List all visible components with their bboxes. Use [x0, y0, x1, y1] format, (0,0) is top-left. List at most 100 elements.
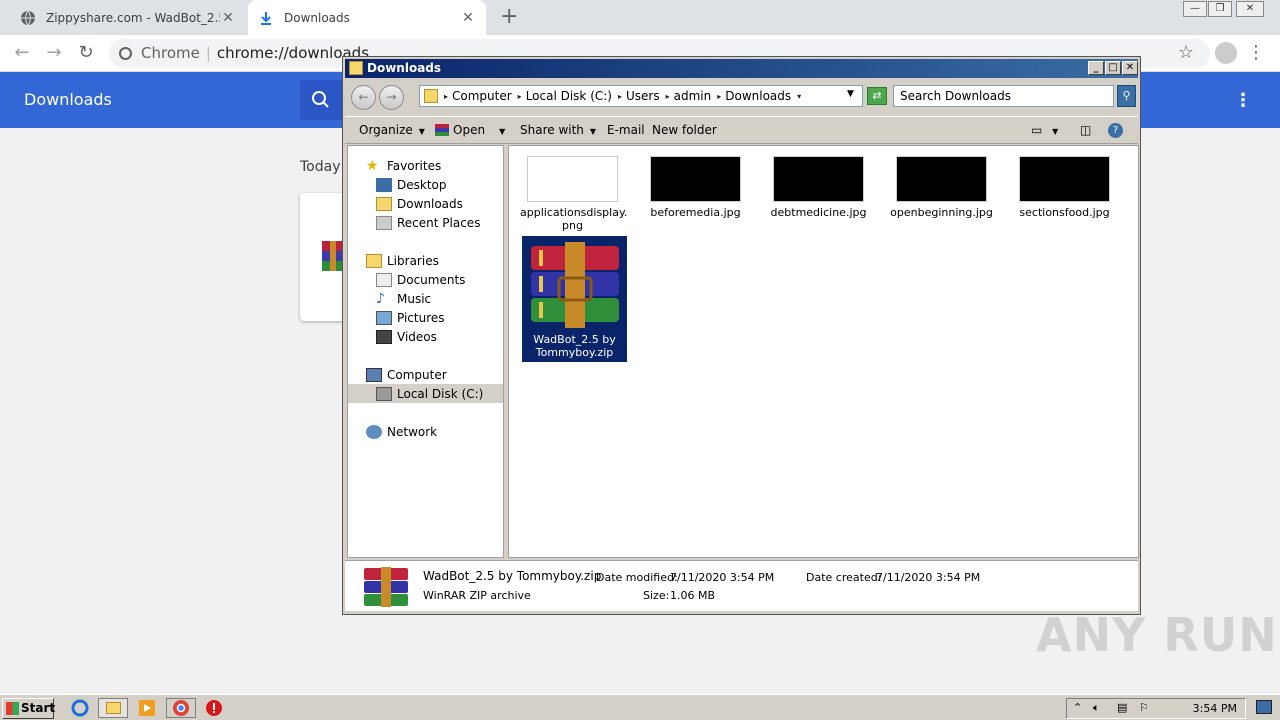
nav-computer[interactable]: Computer — [366, 365, 447, 384]
size-label: Size: — [643, 589, 670, 602]
view-options-icon[interactable]: ▭ ▼ — [1031, 123, 1058, 137]
chevron-down-icon[interactable]: ▼ — [847, 89, 854, 99]
details-filename: WadBot_2.5 by Tommyboy.zip — [423, 569, 602, 583]
minimize-button[interactable]: _ — [1088, 61, 1104, 75]
desktop-icon — [376, 177, 392, 192]
minimize-button[interactable]: — — [1183, 1, 1207, 17]
file-name: applicationsdisplay. png — [520, 206, 628, 232]
page-title: Downloads — [24, 90, 112, 109]
nav-network[interactable]: Network — [366, 422, 437, 441]
explorer-taskbar-button[interactable] — [98, 698, 128, 718]
file-name: WadBot_2.5 by Tommyboy.zip — [533, 333, 616, 359]
file-item[interactable]: debtmedicine.jpg — [766, 156, 871, 219]
size-value: 1.06 MB — [670, 589, 716, 602]
chevron-icon[interactable]: ▸ — [717, 92, 721, 101]
file-item[interactable]: applicationsdisplay. png — [520, 156, 628, 232]
reload-icon[interactable]: ↻ — [74, 41, 98, 65]
internet-explorer-icon[interactable] — [70, 699, 90, 717]
close-window-button[interactable]: ✕ — [1236, 1, 1264, 17]
start-button[interactable]: Start — [2, 698, 55, 719]
new-tab-button[interactable]: + — [500, 4, 518, 29]
share-with-button[interactable]: Share with ▼ — [520, 123, 596, 137]
crumb-local-disk[interactable]: Local Disk (C:) — [526, 89, 612, 103]
avatar[interactable] — [1215, 42, 1237, 64]
show-desktop-icon[interactable] — [1256, 700, 1272, 714]
menu-icon[interactable]: ⋮ — [1244, 41, 1268, 65]
close-tab-icon[interactable]: ✕ — [220, 10, 236, 26]
nav-documents[interactable]: Documents — [376, 270, 465, 289]
file-item[interactable]: beforemedia.jpg — [643, 156, 748, 219]
crumb-computer[interactable]: Computer — [452, 89, 512, 103]
crumb-admin[interactable]: admin — [674, 89, 712, 103]
network-icon[interactable]: ▤ — [1117, 701, 1127, 714]
date-modified-label: Date modified: — [596, 571, 678, 584]
new-folder-button[interactable]: New folder — [652, 123, 717, 137]
address-breadcrumb[interactable]: ▸ Computer ▸ Local Disk (C:) ▸ Users ▸ admi… — [419, 85, 863, 107]
maximize-button[interactable]: ❐ — [1208, 1, 1232, 17]
clock[interactable]: 3:54 PM — [1193, 702, 1237, 715]
chevron-icon[interactable]: ▸ — [518, 92, 522, 101]
file-name: beforemedia.jpg — [650, 206, 741, 219]
preview-pane-icon[interactable]: ◫ — [1080, 123, 1091, 137]
refresh-icon[interactable]: ⇄ — [867, 87, 887, 105]
folder-icon — [349, 61, 363, 75]
stop-icon[interactable] — [204, 699, 224, 717]
nav-videos[interactable]: Videos — [376, 327, 437, 346]
chevron-icon[interactable]: ▾ — [797, 92, 801, 101]
nav-desktop[interactable]: Desktop — [376, 175, 447, 194]
back-icon[interactable]: ← — [10, 41, 34, 65]
date-created-value: 7/11/2020 3:54 PM — [876, 571, 981, 584]
forward-icon[interactable]: → — [42, 41, 66, 65]
file-item[interactable]: sectionsfood.jpg — [1012, 156, 1117, 219]
separator: | — [205, 44, 211, 62]
file-name: openbeginning.jpg — [890, 206, 993, 219]
close-button[interactable]: ✕ — [1122, 61, 1138, 75]
nav-local-disk[interactable]: Local Disk (C:) — [348, 384, 503, 403]
image-thumbnail — [650, 156, 741, 202]
file-item-selected[interactable]: WadBot_2.5 by Tommyboy.zip — [522, 236, 627, 362]
chrome-taskbar-button[interactable] — [166, 698, 196, 718]
search-input[interactable]: Search Downloads — [893, 85, 1114, 107]
email-button[interactable]: E-mail — [607, 123, 645, 137]
media-player-icon[interactable] — [137, 699, 157, 717]
close-tab-icon[interactable]: ✕ — [460, 10, 476, 26]
taskbar: Start ⌃ 🔈︎ ▤ ⚐ 3:54 PM — [0, 694, 1280, 720]
tab-zippyshare[interactable]: Zippyshare.com - WadBot_2.5 by To ✕ — [10, 0, 246, 35]
videos-icon — [376, 329, 392, 344]
nav-pictures[interactable]: Pictures — [376, 308, 445, 327]
search-icon[interactable]: ⚲ — [1117, 85, 1136, 107]
star-icon[interactable]: ☆ — [1174, 41, 1198, 65]
computer-icon — [366, 367, 382, 382]
organize-button[interactable]: Organize ▼ — [359, 123, 425, 137]
pictures-icon — [376, 310, 392, 325]
file-name: sectionsfood.jpg — [1019, 206, 1110, 219]
show-hidden-icons-icon[interactable]: ⌃ — [1073, 701, 1082, 714]
flag-icon[interactable]: ⚐ — [1139, 701, 1149, 714]
chrome-icon — [119, 47, 132, 60]
file-item[interactable]: openbeginning.jpg — [889, 156, 994, 219]
nav-downloads[interactable]: Downloads — [376, 194, 463, 213]
nav-music[interactable]: ♪ Music — [376, 289, 431, 308]
watermark: ANY RUN — [1036, 608, 1278, 662]
help-icon[interactable]: ? — [1108, 123, 1123, 138]
tab-downloads[interactable]: Downloads ✕ — [248, 0, 486, 35]
open-button[interactable]: Open ▼ — [435, 123, 505, 137]
nav-favorites[interactable]: ★ Favorites — [366, 156, 441, 175]
nav-recent-places[interactable]: Recent Places — [376, 213, 480, 232]
nav-libraries[interactable]: Libraries — [366, 251, 439, 270]
search-icon[interactable] — [300, 80, 342, 120]
chevron-icon[interactable]: ▸ — [618, 92, 622, 101]
crumb-downloads[interactable]: Downloads — [725, 89, 791, 103]
crumb-users[interactable]: Users — [626, 89, 660, 103]
chevron-icon[interactable]: ▸ — [666, 92, 670, 101]
command-bar: Organize ▼ Open ▼ Share with ▼ E-mail New f… — [345, 116, 1138, 144]
downloads-folder-icon — [376, 196, 392, 211]
more-options-icon[interactable]: ⋮ — [1234, 90, 1252, 111]
image-thumbnail — [527, 156, 618, 202]
back-icon[interactable]: ← — [351, 85, 376, 110]
winrar-icon — [435, 124, 449, 136]
forward-icon[interactable]: → — [379, 85, 404, 110]
winrar-archive-icon — [364, 567, 408, 607]
volume-icon[interactable]: 🔈︎ — [1093, 701, 1100, 715]
maximize-button[interactable]: □ — [1105, 61, 1121, 75]
